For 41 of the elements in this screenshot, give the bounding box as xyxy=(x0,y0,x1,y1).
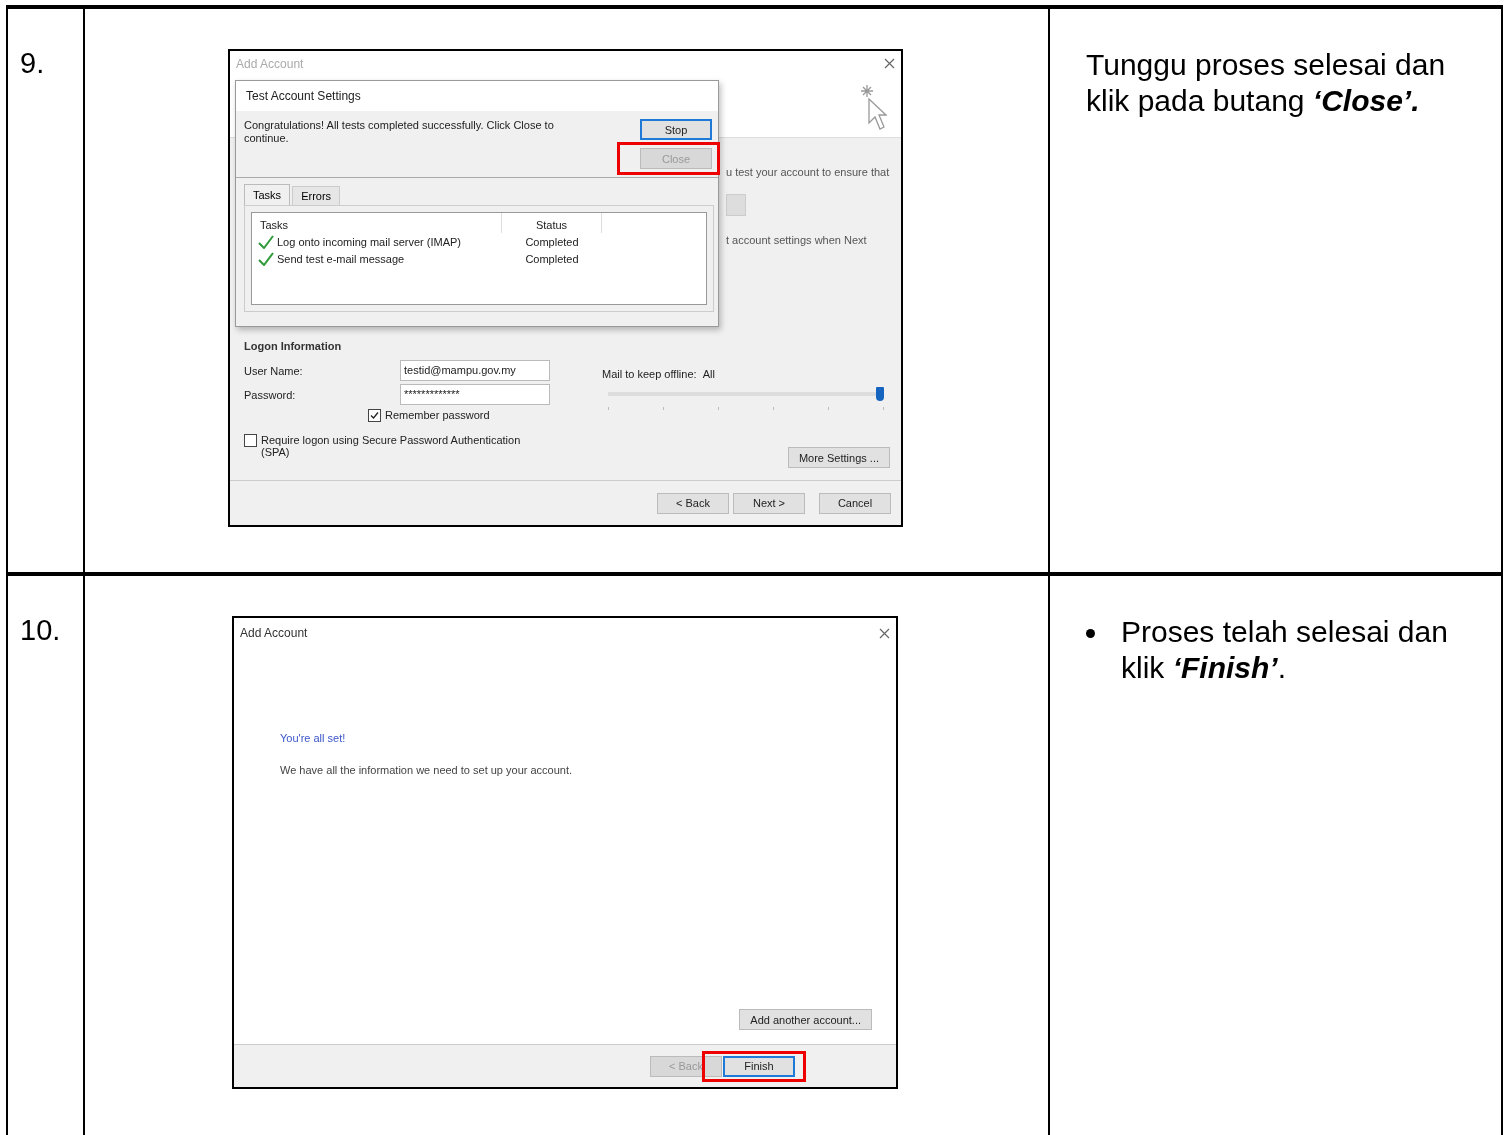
partial-text: u test your account to ensure that xyxy=(726,166,891,178)
input-field[interactable]: ************* xyxy=(400,384,550,405)
checkbox[interactable] xyxy=(368,409,381,422)
partial-text: t account settings when Next xyxy=(726,234,868,246)
task-status: Completed xyxy=(524,235,580,248)
close-icon[interactable] xyxy=(879,627,890,639)
input-field[interactable]: testid@mampu.gov.my xyxy=(400,360,550,381)
column-header: Status xyxy=(502,213,602,233)
task-status: Completed xyxy=(524,252,580,265)
dialog-button[interactable]: Cancel xyxy=(819,492,891,514)
dialog-button[interactable]: Next > xyxy=(733,492,805,514)
field-label: User Name: xyxy=(244,364,304,377)
dialog-button[interactable]: Finish xyxy=(723,1055,795,1077)
add-account-button[interactable]: Add another account... xyxy=(739,1009,872,1030)
dialog-title: Test Account Settings xyxy=(246,89,361,103)
instruction-text: Proses telah selesai dan klik ‘Finish’. xyxy=(1121,614,1449,686)
checkbox-label: Require logon using Secure Password Authentication (SPA) xyxy=(261,434,522,458)
column-header: Tasks xyxy=(252,213,502,233)
dialog-button[interactable]: < Back xyxy=(657,492,729,514)
info-message: We have all the information we need to set up your account. xyxy=(280,764,574,776)
step-number: 10. xyxy=(20,614,61,646)
close-icon[interactable] xyxy=(884,58,895,70)
success-heading: You're all set! xyxy=(280,732,347,744)
checkbox-label: Remember password xyxy=(385,409,490,421)
dialog-button[interactable]: Stop xyxy=(640,119,712,140)
slider-thumb[interactable] xyxy=(876,387,884,401)
slider-label: Mail to keep offline: All xyxy=(602,368,716,380)
task-name: Log onto incoming mail server (IMAP) xyxy=(277,235,461,248)
window-title: Add Account xyxy=(236,56,304,71)
window-title: Add Account xyxy=(240,626,308,640)
instruction-text: Tunggu proses selesai dan klik pada butang ‘Close’. xyxy=(1086,47,1447,119)
status-message: Congratulations! All tests completed successfully. Click Close to continue. xyxy=(244,119,555,146)
section-heading: Logon Information xyxy=(244,340,343,352)
tab[interactable]: Errors xyxy=(292,186,341,205)
step-number: 9. xyxy=(20,47,45,79)
checkbox[interactable] xyxy=(244,434,257,447)
slider-value: All xyxy=(702,368,715,380)
more-settings-button[interactable]: More Settings ... xyxy=(787,447,890,468)
tab[interactable]: Tasks xyxy=(244,184,291,205)
field-label: Password: xyxy=(244,388,297,401)
task-name: Send test e-mail message xyxy=(277,252,405,265)
